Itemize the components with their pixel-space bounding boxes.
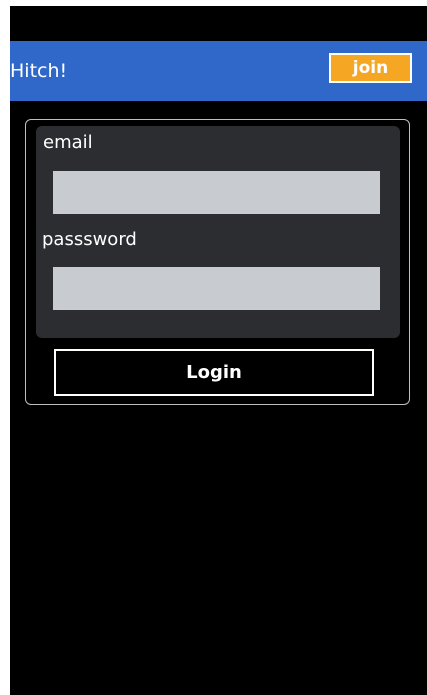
password-label: passsword [42, 229, 137, 250]
password-field[interactable] [53, 267, 380, 310]
app-title: Hitch! [10, 60, 68, 82]
login-card: email passsword Login [25, 119, 410, 405]
login-button[interactable]: Login [54, 349, 374, 396]
email-label: email [43, 132, 93, 153]
app-screen: Hitch! join email passsword Login [10, 6, 427, 695]
email-field[interactable] [53, 171, 380, 214]
login-form-panel: email passsword [36, 126, 400, 338]
join-button[interactable]: join [329, 53, 412, 83]
app-header: Hitch! join [10, 41, 427, 101]
